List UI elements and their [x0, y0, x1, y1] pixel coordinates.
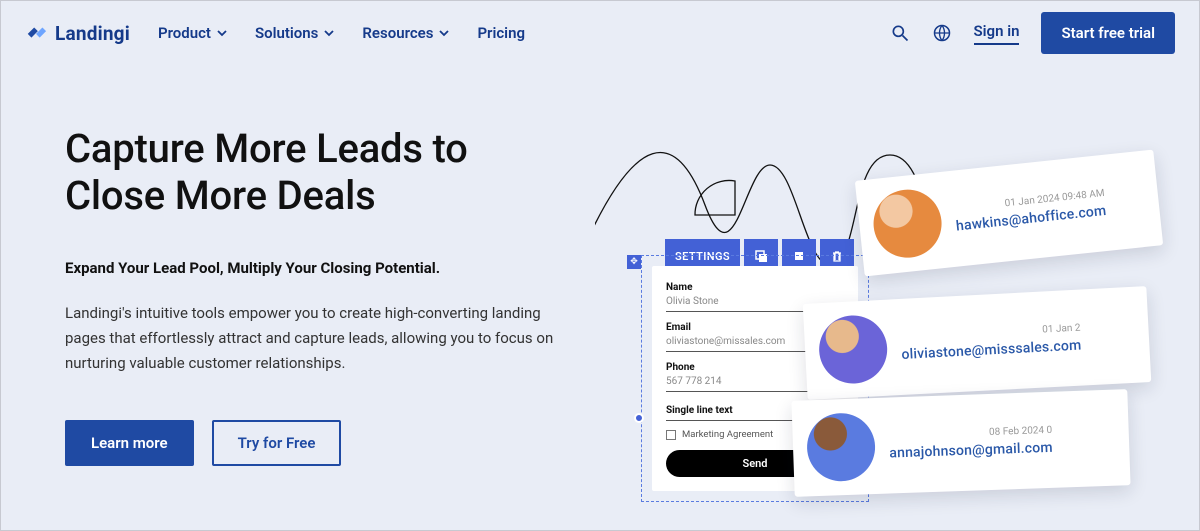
- start-free-trial-button[interactable]: Start free trial: [1041, 12, 1175, 54]
- nav-label: Resources: [362, 24, 433, 42]
- lead-card: 01 Jan 2 oliviastone@misssales.com: [803, 286, 1152, 400]
- header-bar: Landingi Product Solutions Resources Pri…: [1, 1, 1199, 65]
- brand-logo[interactable]: Landingi: [25, 22, 130, 45]
- header-right: Sign in Start free trial: [890, 12, 1176, 54]
- chevron-down-icon: [217, 28, 227, 38]
- sign-in-link[interactable]: Sign in: [974, 22, 1020, 45]
- avatar: [870, 186, 945, 261]
- hero-title-line2: Close More Deals: [65, 172, 375, 219]
- agreement-label: Marketing Agreement: [682, 429, 773, 440]
- name-label: Name: [666, 282, 844, 293]
- chevron-down-icon: [439, 28, 449, 38]
- learn-more-button[interactable]: Learn more: [65, 420, 194, 466]
- nav-resources[interactable]: Resources: [362, 24, 449, 42]
- lead-date: 08 Feb 2024 0: [889, 424, 1053, 441]
- nav-pricing[interactable]: Pricing: [477, 24, 525, 42]
- hero-copy: Capture More Leads to Close More Deals E…: [65, 125, 605, 466]
- try-for-free-button[interactable]: Try for Free: [212, 420, 342, 466]
- nav-product[interactable]: Product: [158, 24, 227, 42]
- brand-name: Landingi: [55, 22, 130, 45]
- search-icon[interactable]: [890, 23, 910, 43]
- hero-title-line1: Capture More Leads to: [65, 125, 468, 172]
- chevron-down-icon: [324, 28, 334, 38]
- landingi-logo-icon: [25, 22, 47, 44]
- move-handle-icon[interactable]: ✥: [627, 255, 641, 269]
- checkbox-icon[interactable]: [666, 430, 676, 440]
- nav-label: Solutions: [255, 24, 318, 42]
- hero-title: Capture More Leads to Close More Deals: [65, 125, 575, 219]
- avatar: [806, 412, 876, 482]
- nav-label: Pricing: [477, 24, 525, 42]
- hero-body: Landingi's intuitive tools empower you t…: [65, 301, 565, 375]
- lead-card: 08 Feb 2024 0 annajohnson@gmail.com: [791, 389, 1130, 497]
- globe-icon[interactable]: [932, 23, 952, 43]
- hero-illustration: ✥ SETTINGS Name Olivia Stone Email olivi…: [605, 125, 1199, 466]
- nav-solutions[interactable]: Solutions: [255, 24, 334, 42]
- resize-handle-icon[interactable]: [634, 413, 644, 423]
- hero-subtitle: Expand Your Lead Pool, Multiply Your Clo…: [65, 259, 575, 277]
- hero-buttons: Learn more Try for Free: [65, 420, 575, 466]
- main-nav: Product Solutions Resources Pricing: [158, 24, 525, 42]
- hero-section: Capture More Leads to Close More Deals E…: [1, 65, 1199, 466]
- avatar: [817, 314, 888, 385]
- lead-email: annajohnson@gmail.com: [889, 439, 1053, 461]
- nav-label: Product: [158, 24, 211, 42]
